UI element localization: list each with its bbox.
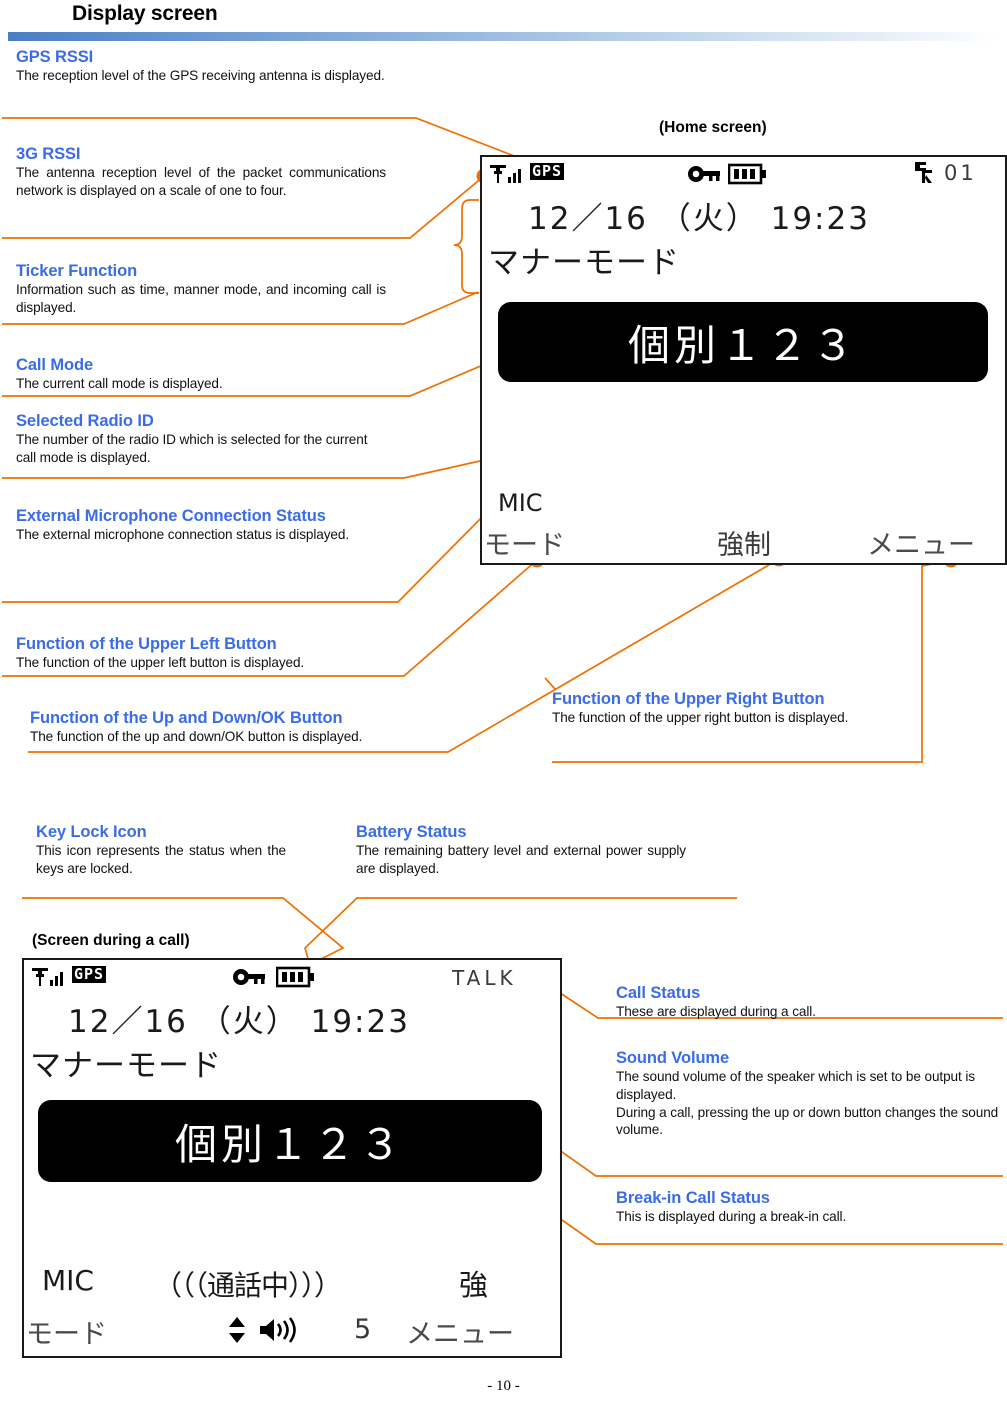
note-title: External Microphone Connection Status: [16, 507, 326, 525]
note-updown-ok-button: Function of the Up and Down/OK Button Th…: [30, 709, 448, 746]
note-title: Call Mode: [16, 356, 94, 374]
home-screen-lcd: GPS 01 12／16 （火） 19:23 マナーモード 個別１２３ MIC …: [480, 155, 1007, 565]
note-body: The antenna reception level of the packe…: [16, 165, 386, 199]
note-title: Selected Radio ID: [16, 412, 154, 430]
note-title: Ticker Function: [16, 262, 138, 280]
home-ticker-text: マナーモード: [488, 245, 680, 281]
note-gps-rssi: GPS RSSI The reception level of the GPS …: [16, 48, 401, 85]
note-body: The reception level of the GPS receiving…: [16, 68, 385, 84]
call-softkey-left[interactable]: モード: [26, 1312, 107, 1351]
caption-call-screen: (Screen during a call): [32, 932, 190, 949]
home-softkey-left[interactable]: モード: [484, 523, 565, 562]
note-body: The current call mode is displayed.: [16, 376, 223, 392]
call-mic-label: MIC: [42, 1264, 94, 1297]
note-title: Battery Status: [356, 823, 467, 841]
call-datetime: 12／16 （火） 19:23: [68, 1004, 410, 1040]
page-footer: - 10 -: [487, 1378, 520, 1394]
key-lock-icon: [233, 969, 265, 985]
group-number: 01: [944, 161, 977, 185]
note-upper-left-button: Function of the Upper Left Button The fu…: [16, 635, 416, 672]
battery-icon: [276, 966, 314, 988]
note-body: This is displayed during a break-in call…: [616, 1209, 847, 1225]
note-body: The number of the radio ID which is sele…: [16, 432, 368, 466]
call-status-text: （（（通話中）））: [154, 1269, 342, 1302]
call-status-bar: GPS TALK: [24, 960, 560, 994]
call-selected-id: 個別１２３: [174, 1119, 405, 1169]
note-ticker-function: Ticker Function Information such as time…: [16, 262, 386, 317]
key-lock-icon: [688, 166, 720, 182]
home-selected-id-bar: 個別１２３: [498, 302, 988, 382]
speaker-volume-icon: [260, 1317, 296, 1343]
note-battery-status: Battery Status The remaining battery lev…: [356, 823, 686, 878]
note-body: This icon represents the status when the…: [36, 843, 286, 877]
home-selected-id: 個別１２３: [627, 320, 858, 370]
call-ticker-text: マナーモード: [30, 1048, 222, 1084]
home-status-bar: GPS 01: [482, 157, 1005, 191]
note-external-mic-status: External Microphone Connection Status Th…: [16, 507, 376, 544]
note-title: Function of the Upper Right Button: [552, 690, 825, 708]
note-body: These are displayed during a call.: [616, 1004, 816, 1020]
note-upper-right-button: Function of the Upper Right Button The f…: [552, 690, 922, 727]
home-softkey-right[interactable]: メニュー: [867, 523, 975, 562]
note-title: Key Lock Icon: [36, 823, 147, 841]
call-selected-id-bar: 個別１２３: [38, 1100, 542, 1182]
note-body: The sound volume of the speaker which is…: [616, 1069, 999, 1138]
note-sound-volume: Sound Volume The sound volume of the spe…: [616, 1049, 1007, 1139]
note-title: Function of the Up and Down/OK Button: [30, 709, 343, 727]
note-title: 3G RSSI: [16, 145, 81, 163]
note-body: The remaining battery level and external…: [356, 843, 686, 877]
battery-icon: [728, 163, 766, 185]
call-talk-indicator: TALK: [452, 966, 517, 990]
signal-antenna-icon: [490, 165, 521, 183]
header-divider: [8, 32, 999, 41]
radio-group-icon: [915, 162, 932, 183]
note-body: Information such as time, manner mode, a…: [16, 282, 386, 316]
call-softkey-right[interactable]: メニュー: [406, 1312, 514, 1351]
note-selected-radio-id: Selected Radio ID The number of the radi…: [16, 412, 374, 467]
note-body: The function of the upper right button i…: [552, 710, 849, 726]
call-volume-value: 5: [354, 1314, 372, 1345]
note-key-lock-icon: Key Lock Icon This icon represents the s…: [36, 823, 286, 878]
home-softkey-center[interactable]: 強制: [717, 523, 771, 562]
gps-icon: GPS: [72, 965, 107, 983]
note-call-mode: Call Mode The current call mode is displ…: [16, 356, 386, 393]
signal-antenna-icon: [32, 968, 63, 986]
caption-home-screen: (Home screen): [659, 119, 767, 136]
home-mic-label: MIC: [498, 489, 543, 517]
note-body: The function of the upper left button is…: [16, 655, 305, 671]
note-body: The external microphone connection statu…: [16, 527, 350, 543]
gps-icon: GPS: [530, 162, 565, 180]
note-3g-rssi: 3G RSSI The antenna reception level of t…: [16, 145, 386, 200]
note-breakin-call-status: Break-in Call Status This is displayed d…: [616, 1189, 1007, 1226]
page-title: Display screen: [72, 2, 218, 25]
call-breakin-indicator: 強: [459, 1268, 489, 1302]
note-title: Function of the Upper Left Button: [16, 635, 277, 653]
note-title: Call Status: [616, 984, 701, 1002]
note-title: Break-in Call Status: [616, 1189, 770, 1207]
note-title: Sound Volume: [616, 1049, 730, 1067]
up-down-arrows-icon: [229, 1317, 245, 1343]
note-body: The function of the up and down/OK butto…: [30, 729, 363, 745]
home-datetime: 12／16 （火） 19:23: [528, 201, 870, 237]
note-call-status: Call Status These are displayed during a…: [616, 984, 1006, 1021]
note-title: GPS RSSI: [16, 48, 94, 66]
call-screen-lcd: GPS TALK 12／16 （火） 19:23 マナーモード 個別１２３ MI…: [22, 958, 562, 1358]
